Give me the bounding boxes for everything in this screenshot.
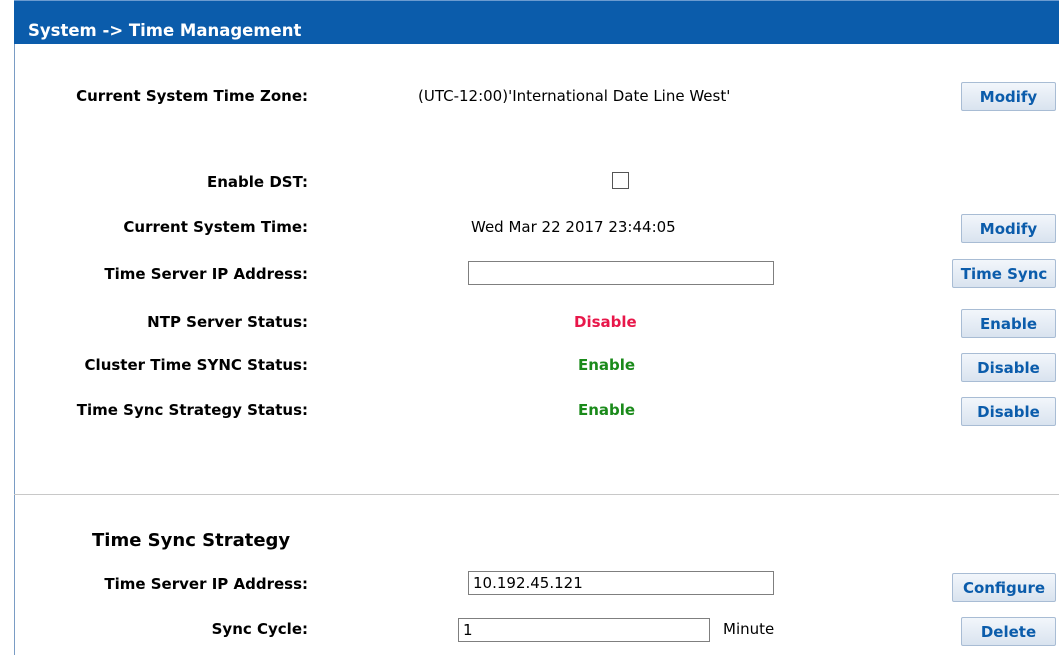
strategy-server-input[interactable]: [468, 571, 774, 595]
strategy-section-title: Time Sync Strategy: [92, 530, 291, 551]
strategy-disable-button[interactable]: Disable: [961, 397, 1056, 426]
sync-cycle-unit: Minute: [723, 620, 775, 638]
cluster-sync-value: Enable: [578, 356, 636, 374]
delete-button[interactable]: Delete: [961, 617, 1056, 646]
time-sync-button[interactable]: Time Sync: [952, 259, 1056, 288]
dst-checkbox[interactable]: [612, 172, 629, 189]
strategy-status-label: Time Sync Strategy Status:: [76, 401, 308, 419]
system-time-value: Wed Mar 22 2017 23:44:05: [471, 218, 676, 236]
timezone-label: Current System Time Zone:: [76, 87, 308, 105]
time-server-input[interactable]: [468, 261, 774, 285]
strategy-server-label: Time Server IP Address:: [104, 575, 308, 593]
time-server-label: Time Server IP Address:: [104, 265, 308, 283]
modify-timezone-button[interactable]: Modify: [961, 82, 1056, 111]
page-title: System -> Time Management: [28, 21, 302, 40]
system-time-label: Current System Time:: [123, 218, 308, 236]
sync-cycle-input[interactable]: [458, 618, 710, 642]
cluster-sync-label: Cluster Time SYNC Status:: [84, 356, 308, 374]
ntp-enable-button[interactable]: Enable: [961, 309, 1056, 338]
title-bar: System -> Time Management: [14, 0, 1059, 44]
modify-time-button[interactable]: Modify: [961, 214, 1056, 243]
timezone-value: (UTC-12:00)'International Date Line West…: [418, 87, 731, 105]
strategy-status-value: Enable: [578, 401, 636, 419]
cluster-disable-button[interactable]: Disable: [961, 353, 1056, 382]
section-divider: [14, 494, 1059, 495]
ntp-status-value: Disable: [574, 313, 637, 331]
ntp-status-label: NTP Server Status:: [147, 313, 308, 331]
configure-button[interactable]: Configure: [952, 573, 1056, 602]
sync-cycle-label: Sync Cycle:: [211, 620, 308, 638]
dst-label: Enable DST:: [207, 173, 308, 191]
